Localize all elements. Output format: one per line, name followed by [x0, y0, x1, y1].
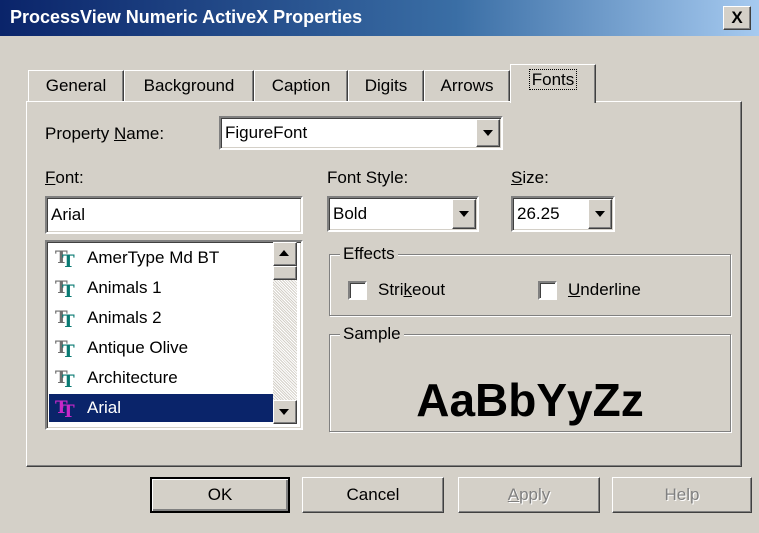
underline-checkbox[interactable]: [538, 281, 557, 300]
font-item-name: Animals 1: [87, 278, 162, 297]
apply-label-key: A: [507, 485, 520, 504]
font-style-select[interactable]: Bold: [327, 196, 479, 232]
truetype-icon: TT: [55, 248, 75, 272]
effects-legend: Effects: [340, 244, 398, 264]
font-list-item-selected[interactable]: TT Arial: [49, 394, 273, 422]
size-value: 26.25: [517, 204, 560, 223]
tab-general[interactable]: General: [28, 70, 124, 102]
font-style-dropdown-button[interactable]: [452, 199, 476, 229]
truetype-icon: TT: [55, 308, 75, 332]
font-label: Font:: [45, 168, 84, 187]
strikeout-checkbox[interactable]: [348, 281, 367, 300]
property-name-value: FigureFont: [225, 123, 308, 142]
font-list-item[interactable]: TT Antique Olive: [49, 334, 299, 362]
scroll-up-button[interactable]: [273, 242, 297, 266]
sample-preview-text: AaBbYyZz: [416, 374, 644, 426]
font-item-name: Antique Olive: [87, 338, 189, 357]
help-button: Help: [612, 477, 752, 513]
strikeout-label[interactable]: Strikeout: [378, 280, 445, 300]
tab-digits[interactable]: Digits: [348, 70, 424, 102]
tab-label: Digits: [364, 76, 408, 95]
cancel-label: Cancel: [346, 485, 400, 504]
scroll-thumb[interactable]: [273, 266, 297, 280]
window-title: ProcessView Numeric ActiveX Properties: [10, 7, 363, 27]
tab-label: Caption: [271, 76, 331, 95]
font-name-input[interactable]: Arial: [45, 196, 303, 234]
close-icon: X: [731, 8, 743, 27]
tab-background[interactable]: Background: [124, 70, 254, 102]
property-name-select[interactable]: FigureFont: [219, 116, 503, 150]
tab-label: Arrows: [440, 76, 494, 95]
size-dropdown-button[interactable]: [588, 199, 612, 229]
font-style-value: Bold: [333, 204, 368, 223]
font-list-item[interactable]: TT AmerType Md BT: [49, 244, 299, 272]
font-list-scrollbar[interactable]: [273, 242, 297, 424]
truetype-icon: TT: [55, 278, 75, 302]
font-list-item[interactable]: TT Architecture: [49, 364, 299, 392]
truetype-icon: TT: [55, 338, 75, 362]
title-bar[interactable]: ProcessView Numeric ActiveX Properties X: [0, 0, 759, 36]
font-list-item[interactable]: TT Animals 1: [49, 274, 299, 302]
apply-label: pply: [519, 485, 551, 504]
property-name-dropdown-button[interactable]: [476, 119, 500, 147]
size-select[interactable]: 26.25: [511, 196, 615, 232]
ok-button[interactable]: OK: [150, 477, 290, 513]
font-item-name: AmerType Md BT: [87, 248, 220, 267]
property-name-label: Property Name:: [45, 124, 165, 143]
scroll-down-button[interactable]: [273, 400, 297, 424]
tab-label: Background: [143, 76, 235, 95]
font-item-name: Arial: [87, 398, 122, 417]
tab-label: Fonts: [528, 69, 578, 90]
cancel-button[interactable]: Cancel: [302, 477, 444, 513]
sample-legend: Sample: [340, 324, 404, 344]
help-label: Help: [664, 485, 700, 504]
apply-button: Apply: [458, 477, 600, 513]
tab-fonts[interactable]: Fonts: [510, 64, 596, 103]
tab-arrows[interactable]: Arrows: [424, 70, 510, 102]
font-list-item[interactable]: TT Animals 2: [49, 304, 299, 332]
truetype-icon: TT: [55, 398, 75, 422]
tab-caption[interactable]: Caption: [254, 70, 348, 102]
font-item-name: Animals 2: [87, 308, 162, 327]
truetype-icon: TT: [55, 368, 75, 392]
properties-dialog: ProcessView Numeric ActiveX Properties X…: [0, 0, 759, 533]
font-list[interactable]: TT AmerType Md BT TT Animals 1 TT Animal…: [45, 240, 303, 430]
close-button[interactable]: X: [723, 6, 751, 30]
size-label: Size:: [511, 168, 549, 187]
font-name-value: Arial: [51, 205, 86, 224]
underline-label[interactable]: Underline: [568, 280, 641, 300]
tab-label: General: [45, 76, 107, 95]
ok-label: OK: [207, 485, 233, 504]
sample-group: Sample AaBbYyZz: [329, 324, 731, 432]
effects-group: Effects Strikeout Underline: [329, 244, 731, 316]
fonts-panel: Property Name: FigureFont Font: Arial TT…: [26, 101, 742, 467]
font-item-name: Architecture: [87, 368, 178, 387]
font-style-label: Font Style:: [327, 168, 409, 187]
